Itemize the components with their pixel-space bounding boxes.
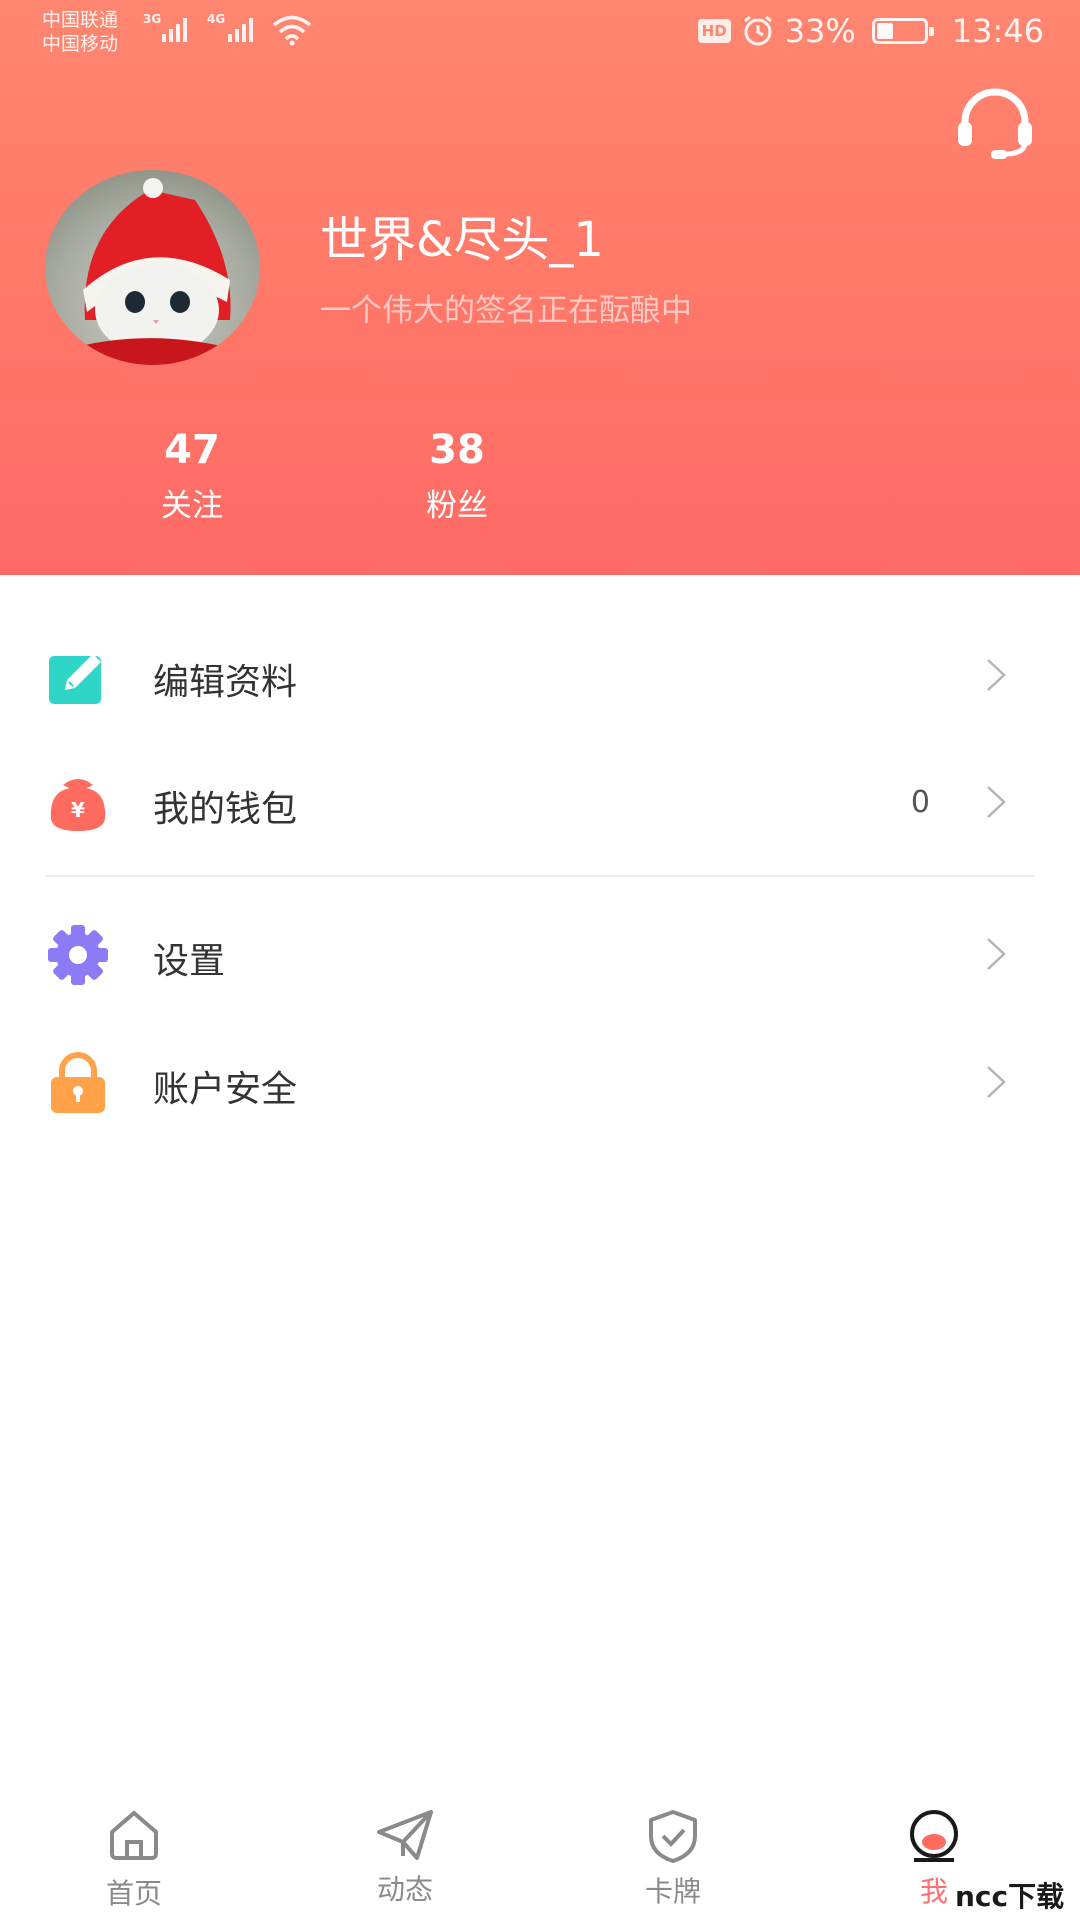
battery-percent: 33% [784,12,856,50]
bottom-tab-bar: 首页 动态 卡牌 我 [0,1790,1080,1920]
profile-header: 中国联通 中国移动 3G 4G HD 33% 13:46 世界&尽头_1 一个伟… [0,0,1080,575]
chevron-right-icon [987,1066,1006,1098]
paper-plane-icon [377,1810,433,1860]
followers-count: 38 [429,427,485,473]
battery-icon [871,18,934,44]
followers-stat[interactable]: 38 粉丝 [367,425,547,531]
carrier-info: 中国联通 中国移动 [42,8,118,56]
clock: 13:46 [951,12,1044,50]
following-label: 关注 [161,488,223,524]
following-count: 47 [164,427,220,473]
shield-check-icon [649,1810,697,1863]
alarm-icon [743,15,772,46]
status-bar: 中国联通 中国移动 3G 4G HD 33% 13:46 [0,0,1080,64]
divider [45,875,1035,877]
menu-item-settings[interactable]: 设置 [0,892,1080,1018]
chevron-right-icon [987,786,1006,818]
signature: 一个伟大的签名正在酝酿中 [320,293,692,329]
tab-label-cards: 卡牌 [644,1875,701,1908]
user-face-icon [910,1810,958,1862]
menu-label-wallet: 我的钱包 [153,789,298,830]
chevron-right-icon [987,659,1006,691]
tab-home[interactable]: 首页 [64,1790,204,1920]
menu-item-wallet[interactable]: ¥ 我的钱包 0 [0,740,1080,866]
signal-icon [228,14,253,42]
menu-label-account-security: 账户安全 [153,1069,298,1110]
carrier-1: 中国联通 [42,9,119,31]
home-icon [110,1811,158,1860]
chevron-right-icon [987,938,1006,970]
hd-badge: HD [697,19,731,43]
carrier-2: 中国移动 [42,33,119,55]
tab-cards[interactable]: 卡牌 [603,1790,743,1920]
menu-item-edit-profile[interactable]: 编辑资料 [0,613,1080,739]
tab-feed[interactable]: 动态 [335,1790,475,1920]
menu-label-settings: 设置 [153,941,226,982]
tab-label-home: 首页 [105,1877,162,1910]
following-stat[interactable]: 47 关注 [102,425,282,531]
customer-service-icon[interactable] [955,88,1035,160]
avatar[interactable] [45,170,260,365]
menu-item-account-security[interactable]: 账户安全 [0,1020,1080,1146]
svg-text:¥: ¥ [71,798,85,822]
wifi-icon [272,15,312,46]
network-type-1: 3G [143,12,162,26]
wallet-balance: 0 [910,785,930,820]
signal-icon [162,14,187,42]
status-right: HD 33% 13:46 [697,12,1044,50]
username: 世界&尽头_1 [320,212,604,268]
lock-icon [51,1052,105,1113]
edit-icon [49,648,107,704]
network-type-2: 4G [207,12,226,26]
watermark-logo: ncc下载 [955,1880,1065,1913]
gear-icon [48,925,108,985]
wallet-icon: ¥ [50,779,106,831]
followers-label: 粉丝 [426,488,488,524]
menu-label-edit-profile: 编辑资料 [153,662,298,703]
tab-label-feed: 动态 [376,1873,433,1906]
